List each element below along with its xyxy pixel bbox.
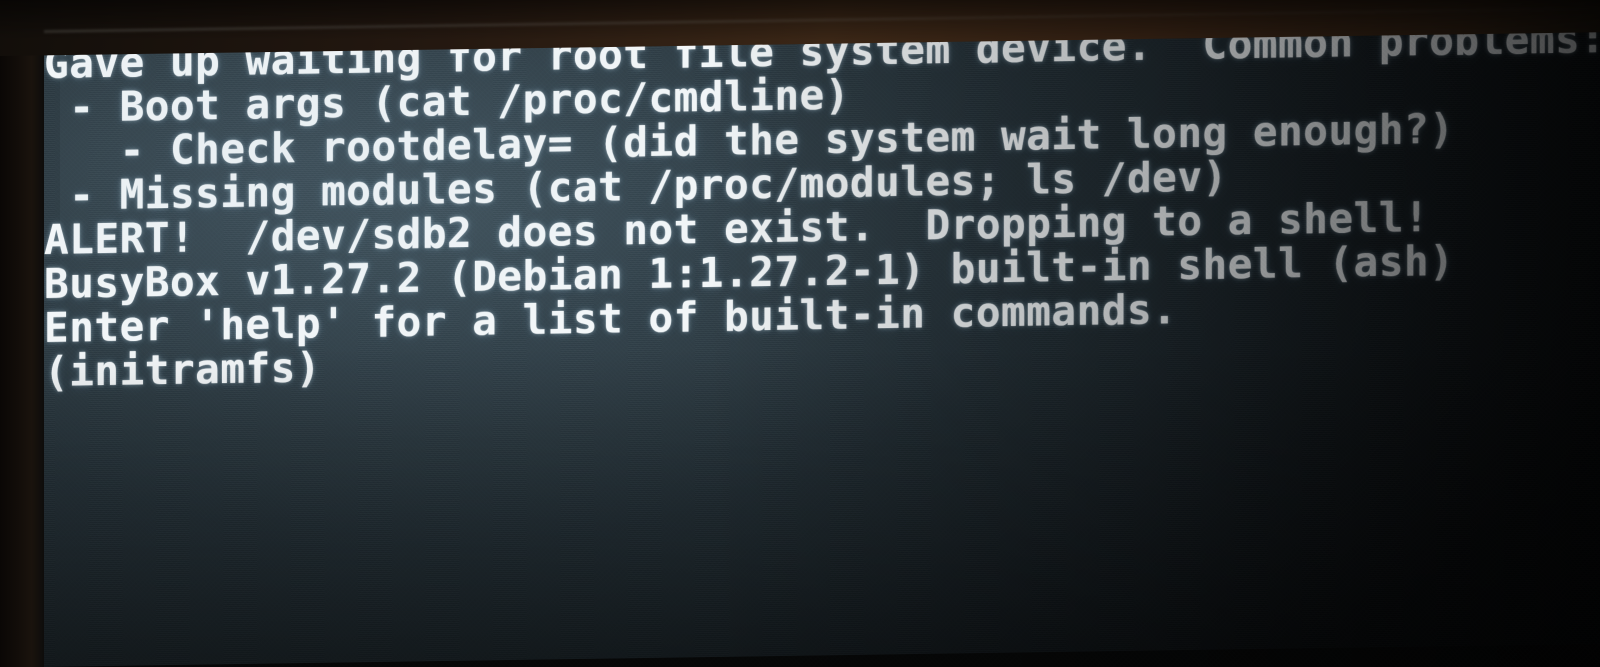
console-output: Gave up waiting for root file system dev… bbox=[44, 14, 1600, 396]
monitor-bezel-left bbox=[0, 0, 44, 667]
monitor-bezel-top-shadow bbox=[0, 0, 1600, 40]
monitor-photo: Gave up waiting for root file system dev… bbox=[0, 0, 1600, 667]
